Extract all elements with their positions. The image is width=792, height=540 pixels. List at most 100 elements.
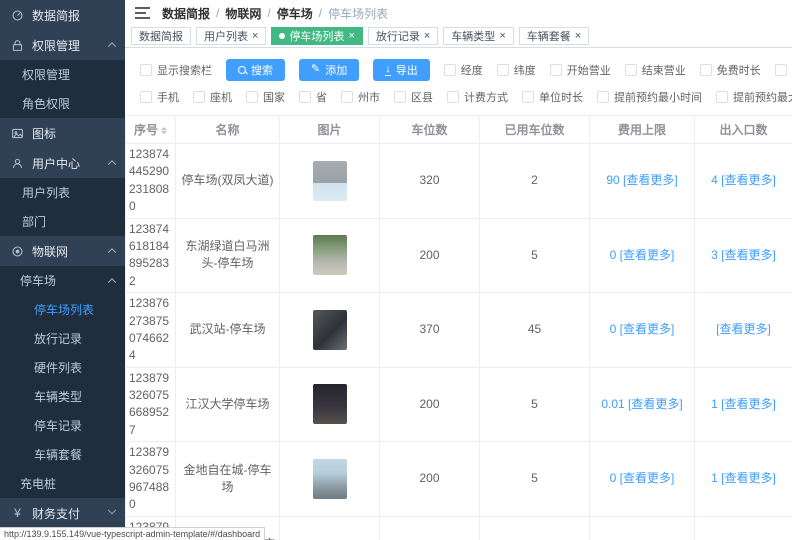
min-advance-booking-checkbox[interactable]: 提前预约最小时间	[597, 89, 702, 105]
fee-more-link[interactable]: 0 [查看更多]	[610, 471, 675, 485]
sidebar-item-vehicle-package[interactable]: 车辆套餐	[0, 440, 125, 469]
fee-more-link[interactable]: 90 [查看更多]	[606, 173, 677, 187]
hamburger-icon[interactable]	[135, 7, 150, 19]
checkbox-label: 提前预约最大时间	[733, 89, 792, 105]
row-spots: 320	[380, 144, 480, 219]
sidebar-item-parking-group[interactable]: 停车场	[0, 266, 125, 295]
open-time-checkbox[interactable]: 开始营业	[550, 62, 611, 78]
sidebar-item-user-list[interactable]: 用户列表	[0, 178, 125, 207]
sidebar-item-iot[interactable]: 物联网	[0, 236, 125, 266]
tabs-bar: 数据简报 用户列表× 停车场列表× 放行记录× 车辆类型× 车辆套餐 ×	[125, 26, 792, 48]
row-name: 停车场(双凤大道)	[176, 144, 280, 219]
export-button[interactable]: ↓导出	[373, 59, 430, 81]
unit-duration-checkbox[interactable]: 单位时长	[522, 89, 583, 105]
gates-more-link[interactable]: 1 [查看更多]	[711, 471, 776, 485]
fee-more-link[interactable]: 0 [查看更多]	[610, 322, 675, 336]
checkbox-label: 座机	[210, 89, 232, 105]
row-serial: 1238762738750746624	[129, 295, 175, 365]
checkbox-label: 经度	[461, 62, 483, 78]
column-header-photo: 图片	[280, 116, 380, 144]
parking-photo	[313, 384, 347, 424]
sidebar-item-permission-group[interactable]: 权限管理	[0, 30, 125, 60]
longitude-checkbox[interactable]: 经度	[444, 62, 483, 78]
button-label: 搜索	[251, 62, 273, 78]
close-time-checkbox[interactable]: 结束营业	[625, 62, 686, 78]
max-advance-booking-checkbox[interactable]: 提前预约最大时间	[716, 89, 792, 105]
show-search-checkbox[interactable]: 显示搜索栏	[140, 62, 212, 78]
app-window: 数据简报 权限管理 权限管理 角色权限 图标 用户中心 用户列表 部门 物联网 …	[0, 0, 792, 540]
checkbox-icon	[522, 91, 534, 103]
gates-more-link[interactable]: 3 [查看更多]	[711, 248, 776, 262]
checkbox-icon	[447, 91, 459, 103]
sidebar-item-label: 数据简报	[32, 7, 80, 24]
sidebar-item-parking-list[interactable]: 停车场列表	[0, 295, 125, 324]
table-row: 1238793260756689527 江汉大学停车场 200 5 0.01 […	[126, 367, 792, 442]
checkbox-icon	[394, 91, 406, 103]
row-spots: 200	[380, 367, 480, 442]
tab-label: 车辆套餐	[527, 28, 571, 44]
sidebar-item-dashboard[interactable]: 数据简报	[0, 0, 125, 30]
column-label: 名称	[215, 123, 239, 137]
row-spots: 200	[380, 218, 480, 293]
fee-more-link[interactable]: 0.01 [查看更多]	[601, 397, 682, 411]
gates-more-link[interactable]: [查看更多]	[716, 322, 771, 336]
sidebar-item-role-permissions[interactable]: 角色权限	[0, 89, 125, 118]
search-button[interactable]: 搜索	[226, 59, 285, 81]
row-used: 5	[480, 367, 590, 442]
tab-dashboard[interactable]: 数据简报	[131, 27, 191, 45]
district-checkbox[interactable]: 区县	[394, 89, 433, 105]
close-icon[interactable]: ×	[499, 31, 505, 42]
parking-photo	[313, 310, 347, 350]
latitude-checkbox[interactable]: 纬度	[497, 62, 536, 78]
city-checkbox[interactable]: 州市	[341, 89, 380, 105]
landline-checkbox[interactable]: 座机	[193, 89, 232, 105]
sidebar-item-permission-mgmt[interactable]: 权限管理	[0, 60, 125, 89]
sidebar-item-pass-records[interactable]: 放行记录	[0, 324, 125, 353]
breadcrumb-item[interactable]: 数据简报	[162, 5, 210, 22]
sidebar-item-user-center[interactable]: 用户中心	[0, 148, 125, 178]
sort-caret-icon[interactable]	[161, 124, 167, 137]
sidebar-item-charging-pile[interactable]: 充电桩	[0, 469, 125, 498]
tab-user-list[interactable]: 用户列表×	[196, 27, 266, 45]
checkbox-label: 免费时长	[717, 62, 761, 78]
row-used: 5	[480, 218, 590, 293]
province-checkbox[interactable]: 省	[299, 89, 327, 105]
parking-table-container: 序号 名称 图片 车位数 已用车位数 费用上限 出入口数 12387444529…	[125, 115, 792, 540]
add-button[interactable]: ✎添加	[299, 59, 359, 81]
tab-parking-list[interactable]: 停车场列表×	[271, 27, 362, 45]
close-icon[interactable]: ×	[252, 31, 258, 42]
gates-more-link[interactable]: 1 [查看更多]	[711, 397, 776, 411]
sidebar-item-vehicle-type[interactable]: 车辆类型	[0, 382, 125, 411]
tab-vehicle-package[interactable]: 车辆套餐 ×	[519, 27, 589, 45]
checkbox-label: 手机	[157, 89, 179, 105]
country-checkbox[interactable]: 国家	[246, 89, 285, 105]
free-duration-checkbox[interactable]: 免费时长	[700, 62, 761, 78]
sidebar-item-parking-records[interactable]: 停车记录	[0, 411, 125, 440]
column-header-serial[interactable]: 序号	[126, 116, 176, 144]
breadcrumb-item[interactable]: 停车场	[277, 5, 313, 22]
picture-icon	[10, 127, 25, 140]
sidebar-item-label: 车辆套餐	[34, 446, 82, 463]
billing-method-checkbox[interactable]: 计费方式	[447, 89, 508, 105]
sidebar-item-finance[interactable]: ¥ 财务支付	[0, 498, 125, 528]
tab-vehicle-type[interactable]: 车辆类型×	[443, 27, 513, 45]
checkbox-icon	[775, 64, 787, 76]
gates-more-link[interactable]: 4 [查看更多]	[711, 173, 776, 187]
checkbox-icon	[550, 64, 562, 76]
breadcrumb-item[interactable]: 物联网	[225, 5, 261, 22]
column-label: 出入口数	[719, 123, 767, 137]
fee-more-link[interactable]: 0 [查看更多]	[610, 248, 675, 262]
column-label: 图片	[317, 123, 341, 137]
close-icon[interactable]: ×	[575, 31, 581, 42]
sidebar-item-icons[interactable]: 图标	[0, 118, 125, 148]
close-icon[interactable]: ×	[348, 31, 354, 42]
row-name: 武汉站-停车场	[176, 293, 280, 368]
sidebar-item-label: 充电桩	[20, 475, 56, 492]
mobile-checkbox[interactable]: 手机	[140, 89, 179, 105]
rating-checkbox[interactable]: 评分	[775, 62, 792, 78]
close-icon[interactable]: ×	[424, 31, 430, 42]
tab-pass-records[interactable]: 放行记录×	[368, 27, 438, 45]
sidebar-item-label: 权限管理	[32, 37, 80, 54]
sidebar-item-department[interactable]: 部门	[0, 207, 125, 236]
sidebar-item-hardware-list[interactable]: 硬件列表	[0, 353, 125, 382]
